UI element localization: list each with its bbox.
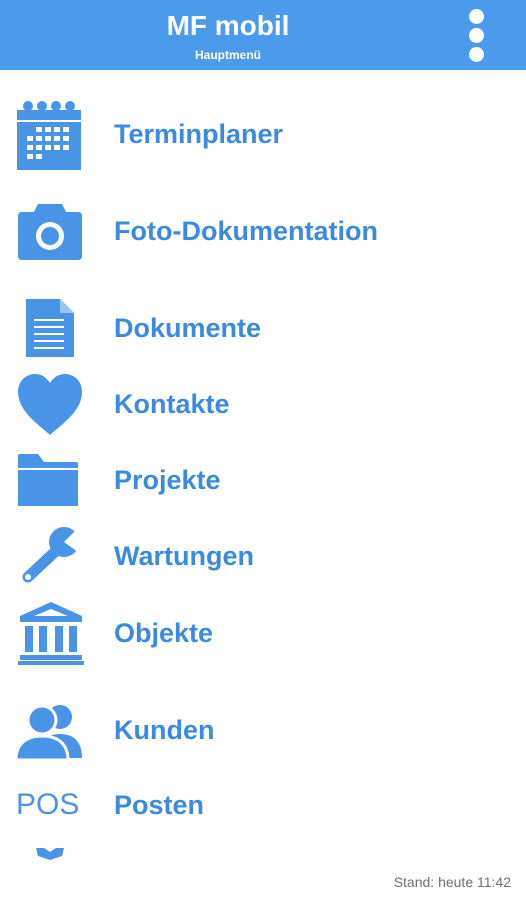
overflow-dot — [469, 9, 484, 24]
menu-item-objekte[interactable]: Objekte — [0, 598, 526, 666]
app-subtitle: Hauptmenü — [195, 48, 261, 62]
menu-item-wartungen[interactable]: Wartungen — [0, 522, 526, 588]
menu-item-foto-dokumentation[interactable]: Foto-Dokumentation — [0, 196, 526, 268]
folder-icon — [18, 454, 78, 506]
menu-item-label: Kontakte — [114, 389, 230, 419]
menu-item-terminplaner[interactable]: Terminplaner — [0, 98, 526, 174]
menu-item-label: Terminplaner — [114, 119, 284, 149]
status-text: Stand: heute 11:42 — [393, 874, 511, 890]
app-bar: MF mobil Hauptmenü — [0, 0, 526, 70]
camera-icon — [18, 204, 82, 260]
partial-icon — [36, 848, 64, 860]
more-vert-icon[interactable] — [456, 4, 496, 66]
overflow-dot — [469, 28, 484, 43]
pos-icon: POS — [16, 788, 80, 821]
menu-item-kunden[interactable]: Kunden — [0, 696, 526, 762]
menu-item-label: Wartungen — [114, 541, 254, 571]
menu-item-posten[interactable]: POS Posten — [0, 782, 526, 830]
overflow-dot — [469, 47, 484, 62]
calendar-icon — [17, 101, 81, 170]
heart-icon — [18, 374, 82, 435]
building-icon — [18, 602, 84, 665]
people-icon — [14, 704, 82, 760]
menu-item-label: Dokumente — [114, 313, 262, 343]
menu-item-projekte[interactable]: Projekte — [0, 448, 526, 510]
menu-item-label: Objekte — [114, 618, 214, 648]
menu-item-label: Posten — [114, 790, 205, 820]
menu-item-label: Foto-Dokumentation — [114, 216, 378, 246]
menu-item-label: Projekte — [114, 465, 221, 495]
menu-item-dokumente[interactable]: Dokumente — [0, 294, 526, 360]
document-icon — [26, 299, 74, 357]
wrench-icon — [22, 525, 82, 583]
menu-item-label: Kunden — [114, 715, 215, 745]
menu-item-kontakte[interactable]: Kontakte — [0, 370, 526, 440]
app-title: MF mobil — [166, 10, 290, 41]
